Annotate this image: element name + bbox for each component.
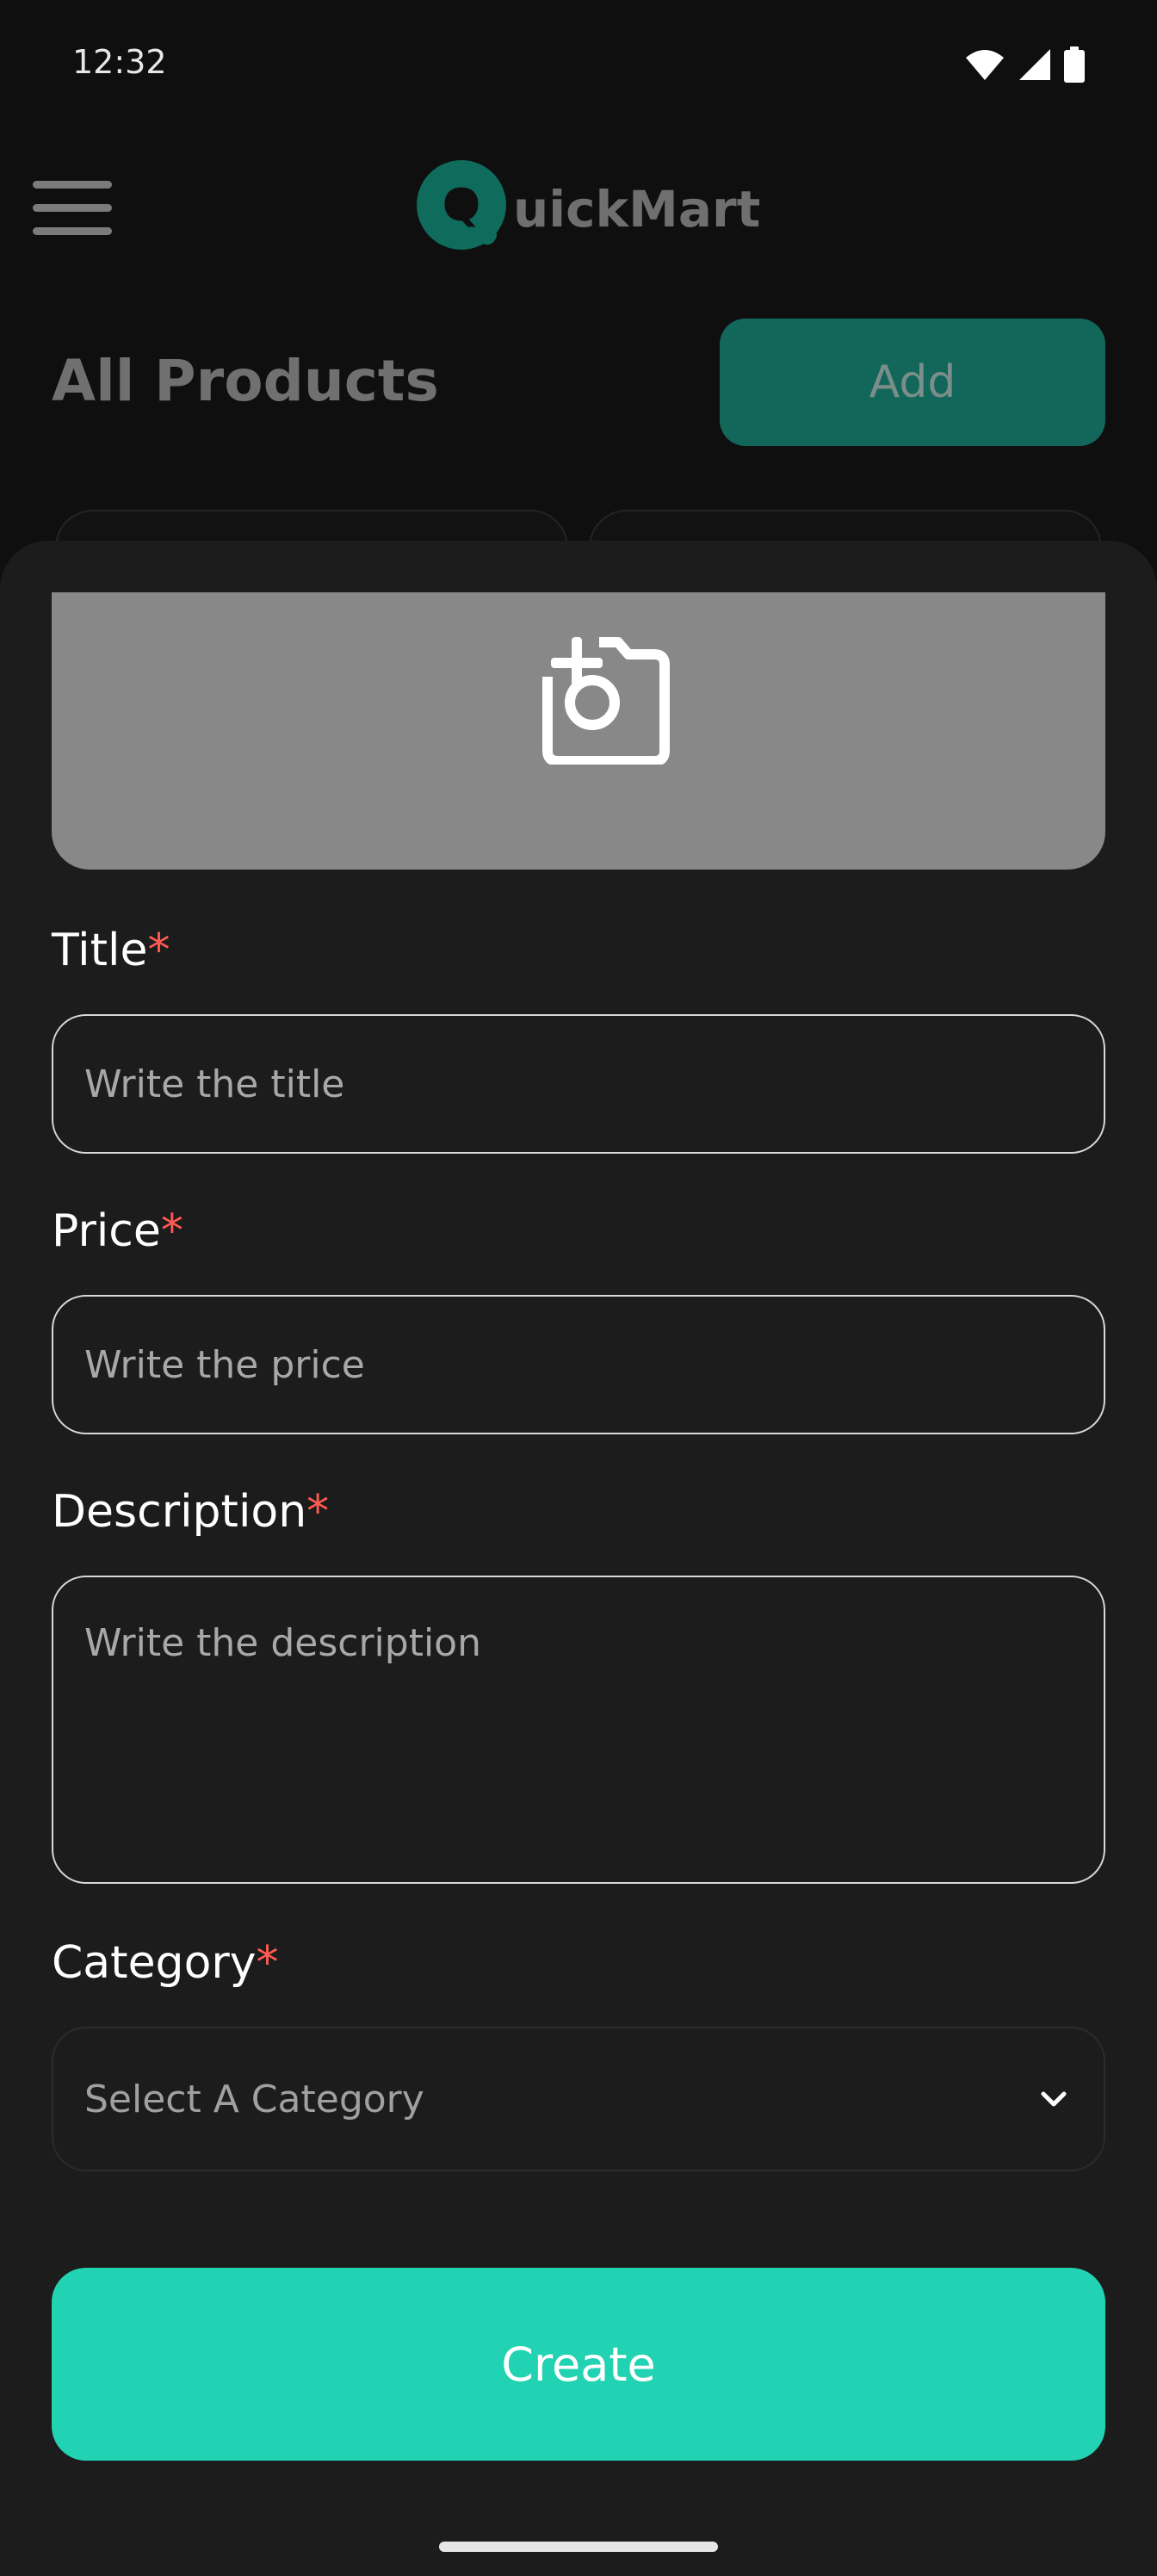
description-input[interactable] [52,1576,1105,1884]
add-button[interactable]: Add [720,319,1105,446]
category-select[interactable]: Select A Category [52,2027,1105,2171]
status-bar: 12:32 [0,0,1157,129]
description-label: Description* [52,1486,330,1538]
category-select-value: Select A Category [84,2077,424,2121]
create-product-sheet: Title* Price* Description* Category* Sel… [0,541,1157,2576]
title-input[interactable] [52,1014,1105,1154]
image-picker[interactable] [52,592,1105,870]
logo-initial: Q [442,180,480,232]
price-label: Price* [52,1205,183,1257]
title-label: Title* [52,925,170,976]
page-title: All Products [52,348,439,414]
price-input[interactable] [52,1295,1105,1434]
wifi-icon [966,50,1004,80]
status-time: 12:32 [72,43,167,81]
logo-q-mark: Q [417,160,506,250]
brand-name: uickMart [513,180,761,238]
app-screen: 12:32 Q uickMart All Products Add Title*… [0,0,1157,2576]
signal-icon [1019,49,1050,80]
menu-icon[interactable] [33,181,112,236]
add-photo-icon [542,637,670,765]
quickmart-logo: Q uickMart [410,153,760,265]
battery-icon [1064,46,1085,83]
chevron-down-icon [1041,2091,1067,2107]
page-header: All Products Add [0,310,1157,448]
home-indicator[interactable] [439,2542,718,2552]
app-bar: Q uickMart [0,129,1157,284]
category-label: Category* [52,1937,279,1989]
status-icons [964,46,1085,83]
create-button[interactable]: Create [52,2268,1105,2461]
